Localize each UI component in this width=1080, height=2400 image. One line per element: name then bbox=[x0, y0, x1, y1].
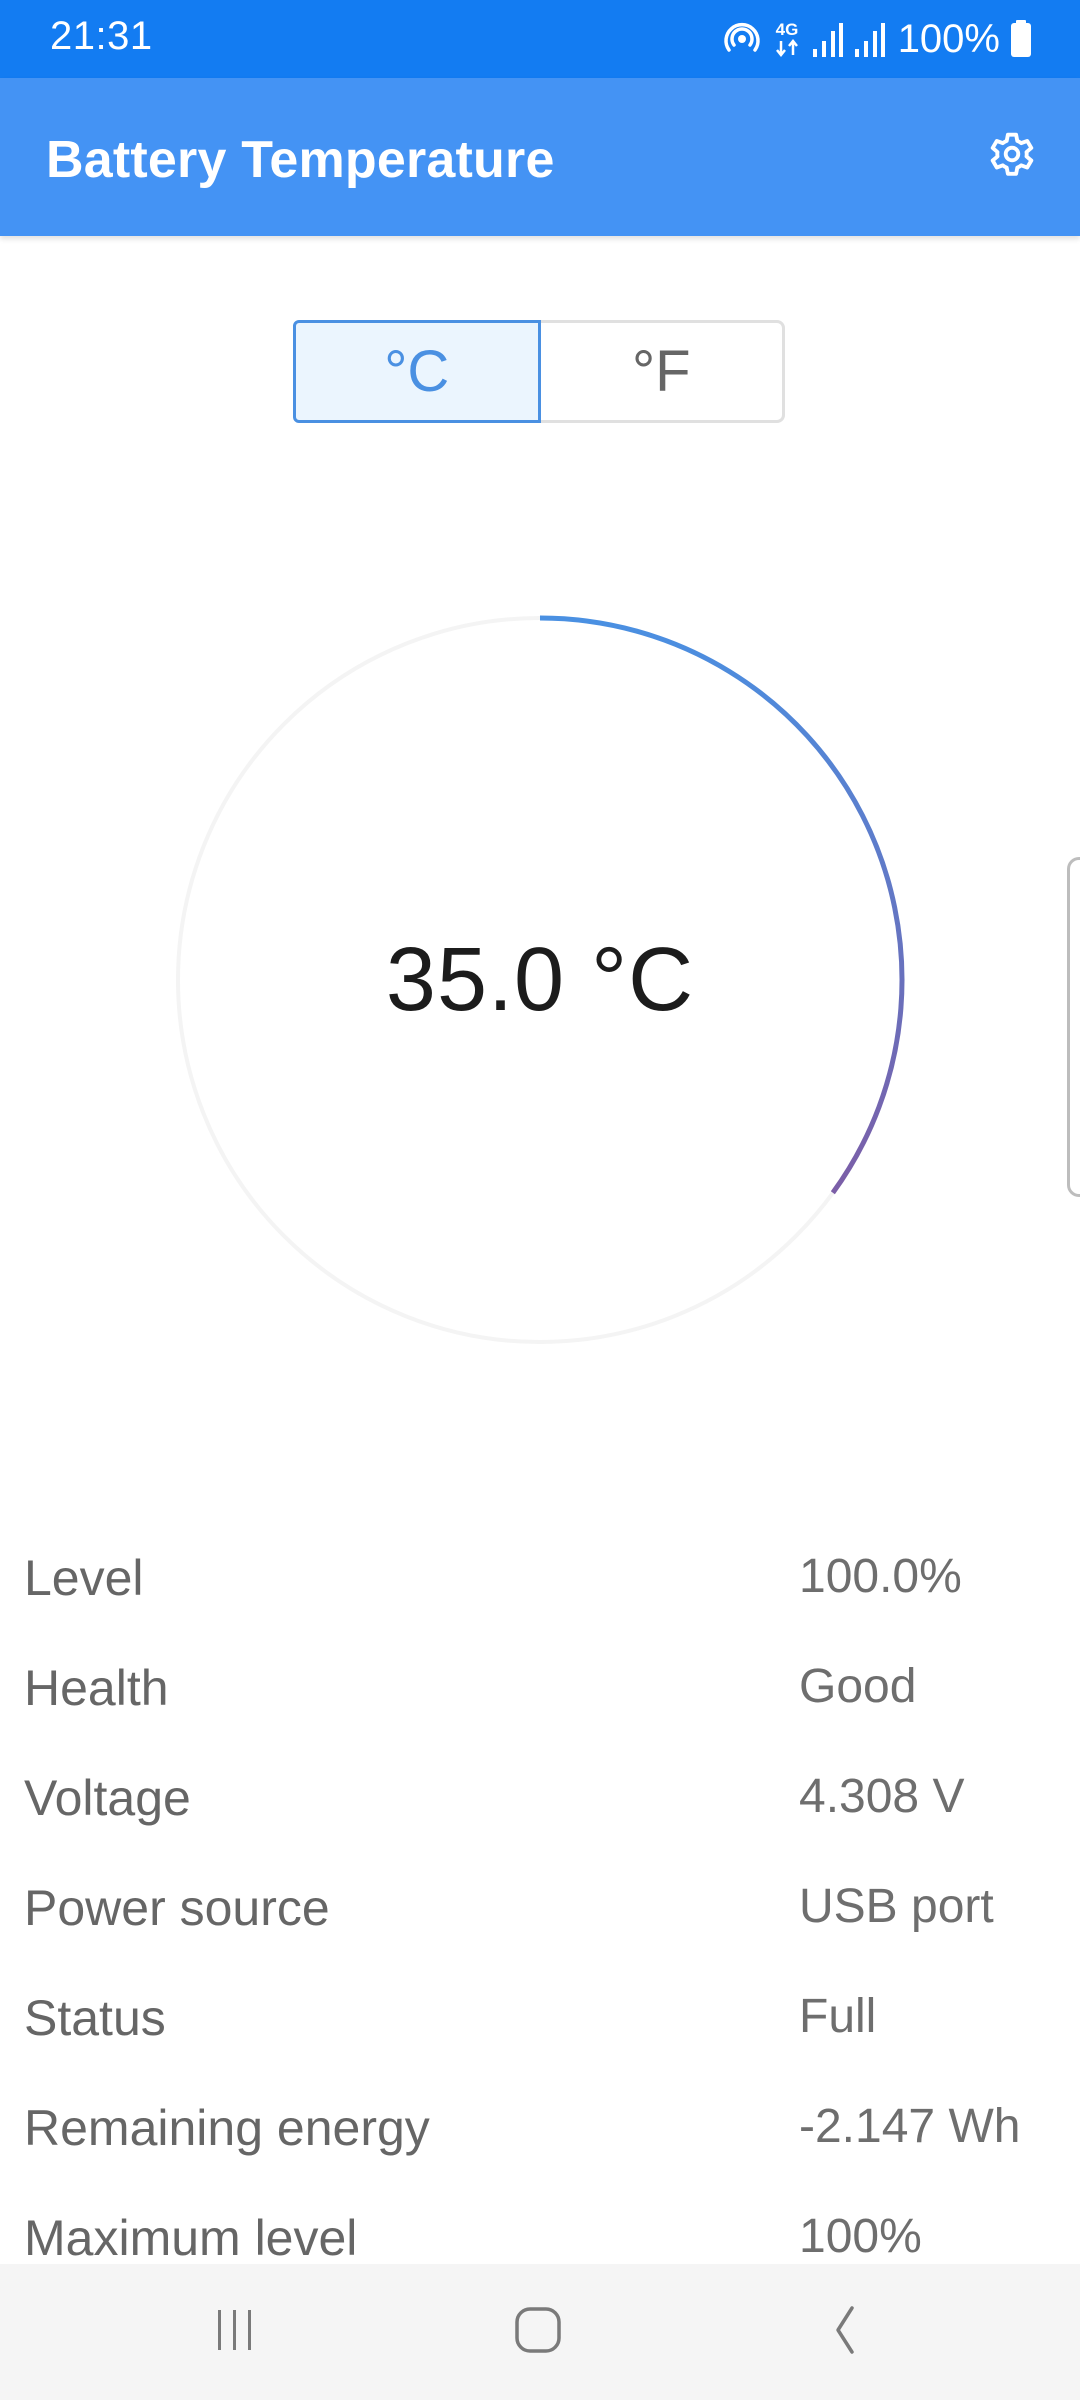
fahrenheit-button[interactable]: °F bbox=[540, 320, 785, 423]
info-value: -2.147 Wh bbox=[799, 2100, 1021, 2153]
info-label: Status bbox=[24, 1990, 166, 2046]
info-row-power-source: Power source USB port bbox=[0, 1851, 1080, 1961]
home-icon bbox=[513, 2305, 563, 2360]
signal-sim2-icon bbox=[854, 19, 886, 59]
back-icon bbox=[820, 2305, 870, 2360]
info-row-status: Status Full bbox=[0, 1961, 1080, 2071]
info-label: Maximum level bbox=[24, 2210, 358, 2266]
screen: 21:31 4G 100% Battery Temperature °C °F … bbox=[0, 0, 1080, 2400]
temperature-value: 35.0 °C bbox=[385, 929, 695, 1030]
status-time: 21:31 bbox=[50, 14, 153, 58]
info-value: Good bbox=[799, 1660, 917, 1713]
hotspot-icon bbox=[722, 19, 762, 59]
battery-info-list: Level 100.0% Health Good Voltage 4.308 V… bbox=[0, 1521, 1080, 2291]
battery-full-icon bbox=[1010, 20, 1032, 58]
celsius-button[interactable]: °C bbox=[293, 320, 541, 423]
info-row-remaining-energy: Remaining energy -2.147 Wh bbox=[0, 2071, 1080, 2181]
recent-apps-button[interactable] bbox=[175, 2292, 295, 2372]
info-label: Health bbox=[24, 1660, 169, 1716]
info-value: USB port bbox=[799, 1880, 994, 1933]
info-row-level: Level 100.0% bbox=[0, 1521, 1080, 1631]
info-label: Voltage bbox=[24, 1770, 191, 1826]
info-row-health: Health Good bbox=[0, 1631, 1080, 1741]
4g-data-icon: 4G bbox=[772, 17, 802, 61]
svg-text:4G: 4G bbox=[775, 20, 798, 39]
settings-button[interactable] bbox=[976, 120, 1048, 192]
back-button[interactable] bbox=[785, 2292, 905, 2372]
recent-apps-icon bbox=[210, 2305, 260, 2360]
temperature-gauge: 35.0 °C bbox=[160, 600, 920, 1360]
app-bar: Battery Temperature bbox=[0, 78, 1080, 236]
battery-percent: 100% bbox=[897, 16, 1000, 61]
info-value: 4.308 V bbox=[799, 1770, 965, 1823]
info-value: 100.0% bbox=[799, 1550, 962, 1603]
edge-panel-handle[interactable] bbox=[1067, 857, 1080, 1197]
page-title: Battery Temperature bbox=[46, 131, 555, 189]
status-icons: 4G 100% bbox=[722, 14, 1032, 64]
info-row-voltage: Voltage 4.308 V bbox=[0, 1741, 1080, 1851]
info-label: Remaining energy bbox=[24, 2100, 430, 2156]
unit-toggle: °C °F bbox=[293, 320, 785, 423]
home-button[interactable] bbox=[478, 2292, 598, 2372]
status-bar: 21:31 4G 100% bbox=[0, 0, 1080, 78]
info-value: 100% bbox=[799, 2210, 922, 2263]
info-value: Full bbox=[799, 1990, 877, 2043]
gear-icon bbox=[983, 125, 1041, 188]
info-label: Power source bbox=[24, 1880, 330, 1936]
signal-sim1-icon bbox=[812, 19, 844, 59]
navigation-bar bbox=[0, 2264, 1080, 2400]
info-label: Level bbox=[24, 1550, 144, 1606]
